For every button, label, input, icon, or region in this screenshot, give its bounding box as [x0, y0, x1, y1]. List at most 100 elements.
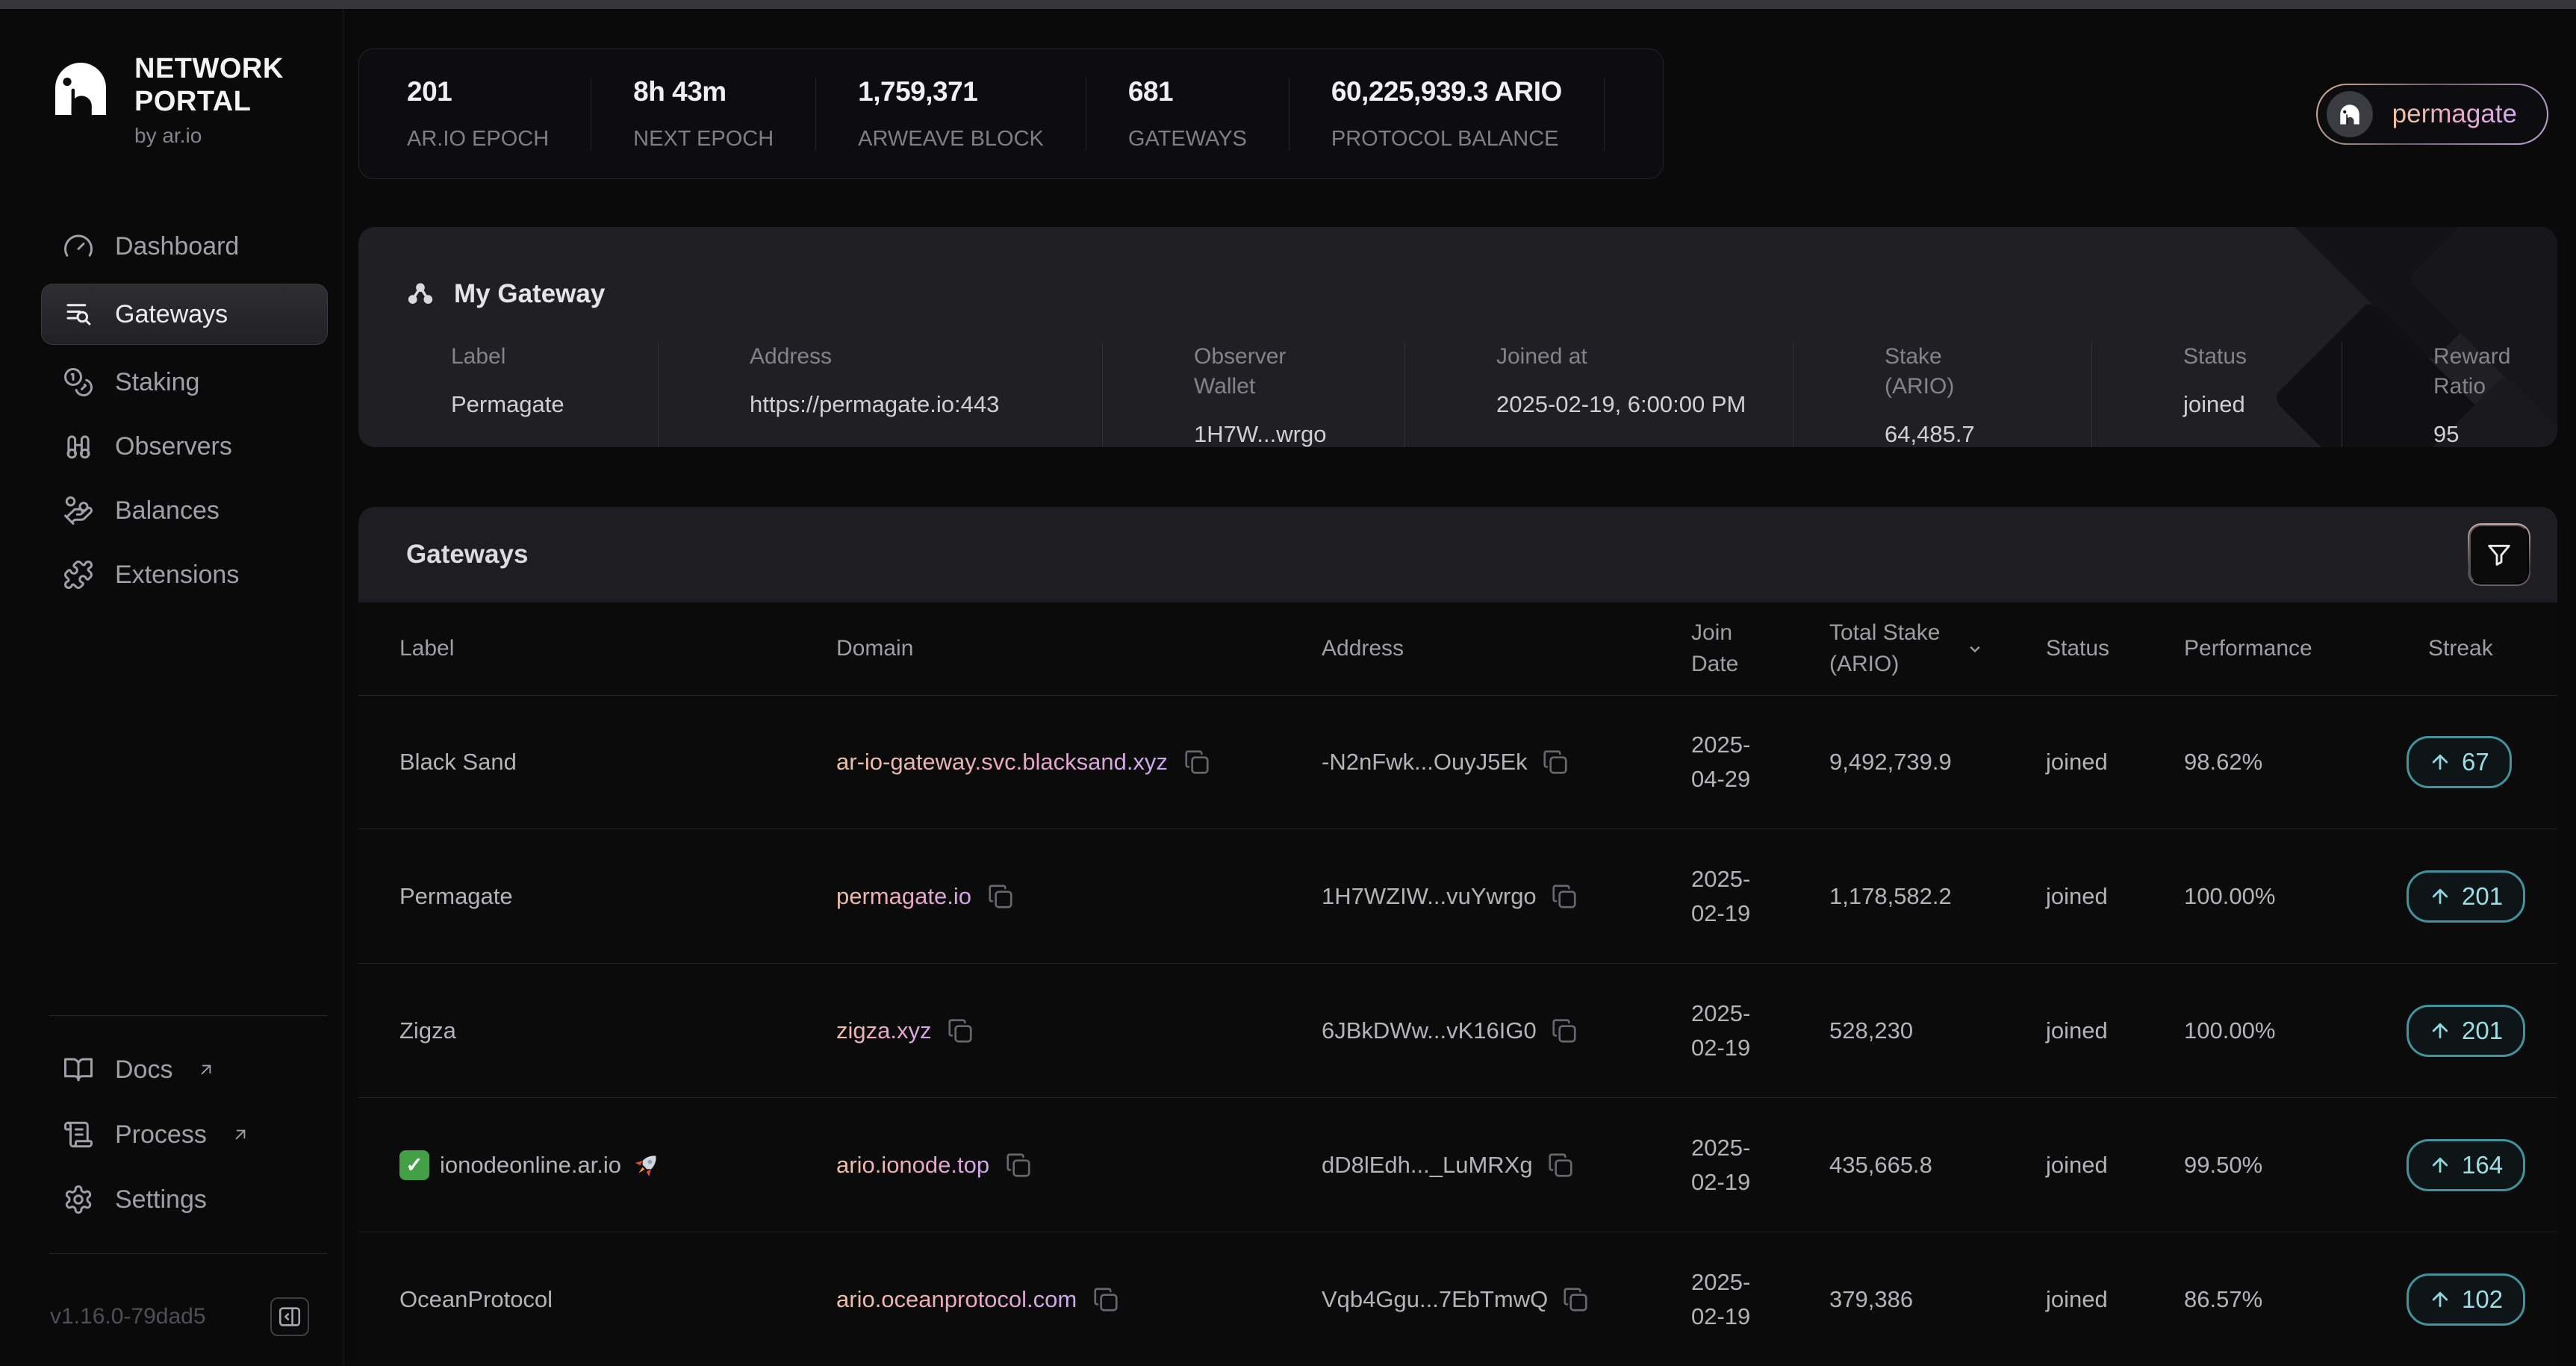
gateway-performance: 98.62%	[2184, 749, 2382, 776]
table-row[interactable]: Zigza zigza.xyz 6JBkDWw...vK16IG0 2025-0…	[358, 963, 2557, 1097]
sidebar-item-label: Extensions	[115, 561, 239, 590]
copy-address-button[interactable]	[1550, 882, 1578, 911]
network-nodes-icon	[406, 280, 435, 308]
copy-address-button[interactable]	[1561, 1285, 1590, 1314]
gateway-domain-link[interactable]: zigza.xyz	[836, 1014, 931, 1048]
main-content: 201 AR.IO EPOCH 8h 43m NEXT EPOCH 1,759,…	[343, 9, 2576, 1366]
profile-button[interactable]: permagate	[2318, 85, 2547, 143]
gateway-total-stake: 435,665.8	[1829, 1152, 2046, 1179]
streak-badge: 164	[2407, 1139, 2525, 1191]
external-link-icon	[231, 1125, 250, 1144]
stat-value: 8h 43m	[633, 76, 774, 107]
filter-button-border	[2468, 523, 2530, 586]
ario-elephant-logo-icon	[2336, 101, 2363, 128]
my-gateway-card: My Gateway Label Permagate Address https…	[358, 227, 2557, 447]
sidebar-collapse-button[interactable]	[270, 1297, 309, 1336]
copy-icon	[1561, 1285, 1590, 1314]
top-bar: 201 AR.IO EPOCH 8h 43m NEXT EPOCH 1,759,…	[358, 49, 2557, 179]
field-label: Reward Ratio	[2433, 342, 2557, 402]
copy-address-button[interactable]	[1546, 1151, 1575, 1179]
arrow-up-icon	[2429, 1154, 2451, 1176]
stat-ario-epoch: 201 AR.IO EPOCH	[407, 78, 591, 151]
sidebar-item-gateways[interactable]: Gateways	[41, 284, 328, 345]
table-row[interactable]: ✓ ionodeonline.ar.io ario.ionode.top dD8…	[358, 1097, 2557, 1232]
gateway-address: 6JBkDWw...vK16IG0	[1322, 1017, 1537, 1044]
gateway-label: OceanProtocol	[399, 1286, 553, 1313]
sidebar-item-docs[interactable]: Docs	[41, 1043, 328, 1097]
external-link-icon	[196, 1060, 216, 1079]
gateway-status: joined	[2046, 1286, 2184, 1313]
sidebar-item-label: Settings	[115, 1185, 207, 1214]
gateway-status: joined	[2046, 1017, 2184, 1044]
column-header-address[interactable]: Address	[1322, 636, 1691, 661]
gateway-field-status: Status joined	[2091, 342, 2342, 447]
arrow-up-icon	[2429, 885, 2451, 908]
stat-value: 201	[407, 76, 549, 107]
copy-domain-button[interactable]	[1092, 1285, 1120, 1314]
copy-domain-button[interactable]	[946, 1017, 974, 1045]
sidebar-item-balances[interactable]: Balances	[41, 484, 328, 537]
column-header-status[interactable]: Status	[2046, 636, 2184, 661]
gateway-join-date: 2025-02-19	[1691, 862, 1767, 931]
gateway-label: Black Sand	[399, 749, 517, 776]
check-emoji: ✓	[399, 1150, 429, 1180]
sidebar-item-dashboard[interactable]: Dashboard	[41, 219, 328, 273]
streak-badge: 102	[2407, 1273, 2525, 1326]
copy-domain-button[interactable]	[1183, 748, 1211, 776]
copy-icon	[986, 882, 1015, 911]
gateway-field-reward-ratio: Reward Ratio 95	[2342, 342, 2557, 447]
network-stats-bar: 201 AR.IO EPOCH 8h 43m NEXT EPOCH 1,759,…	[358, 49, 1664, 179]
sidebar: NETWORK PORTAL by ar.io Dashboard Gatewa…	[0, 9, 343, 1366]
column-header-label[interactable]: Label	[399, 636, 836, 661]
arrow-up-icon	[2429, 1288, 2451, 1311]
gateway-domain-link[interactable]: permagate.io	[836, 879, 971, 914]
streak-badge: 67	[2407, 736, 2512, 788]
field-value: 95	[2433, 421, 2557, 447]
sidebar-nav: Dashboard Gateways Staking Observers Bal…	[0, 219, 328, 602]
copy-address-button[interactable]	[1541, 748, 1569, 776]
gateway-field-observer-wallet: Observer Wallet 1H7W...wrgo	[1102, 342, 1404, 447]
gateway-domain-link[interactable]: ar-io-gateway.svc.blacksand.xyz	[836, 745, 1168, 779]
streak-value: 102	[2462, 1285, 2503, 1314]
column-header-join-date[interactable]: Join Date	[1691, 617, 1829, 680]
sidebar-item-settings[interactable]: Settings	[41, 1173, 328, 1226]
column-header-domain[interactable]: Domain	[836, 636, 1322, 661]
sidebar-item-label: Dashboard	[115, 232, 239, 261]
table-row[interactable]: Permagate permagate.io 1H7WZIW...vuYwrgo…	[358, 829, 2557, 963]
copy-domain-button[interactable]	[1004, 1151, 1033, 1179]
copy-address-button[interactable]	[1550, 1017, 1578, 1045]
scroll-icon	[63, 1119, 94, 1150]
gateway-domain-link[interactable]: ario.oceanprotocol.com	[836, 1282, 1077, 1317]
sidebar-item-extensions[interactable]: Extensions	[41, 548, 328, 602]
sidebar-item-label: Observers	[115, 432, 232, 461]
column-header-performance[interactable]: Performance	[2184, 636, 2382, 661]
field-label: Status	[2183, 342, 2314, 372]
profile-label: permagate	[2392, 99, 2517, 129]
streak-value: 164	[2462, 1151, 2503, 1179]
gauge-icon	[63, 231, 94, 262]
copy-icon	[1550, 882, 1578, 911]
sidebar-item-process[interactable]: Process	[41, 1108, 328, 1161]
stat-value: 681	[1128, 76, 1247, 107]
streak-value: 201	[2462, 1017, 2503, 1045]
gateway-domain-link[interactable]: ario.ionode.top	[836, 1148, 989, 1182]
copy-domain-button[interactable]	[986, 882, 1015, 911]
table-row[interactable]: Black Sand ar-io-gateway.svc.blacksand.x…	[358, 695, 2557, 829]
chevron-down-icon	[1964, 638, 1985, 659]
sidebar-item-label: Gateways	[115, 300, 228, 329]
streak-badge: 201	[2407, 870, 2525, 923]
card-title: My Gateway	[454, 279, 605, 309]
stat-label: ARWEAVE BLOCK	[858, 127, 1044, 152]
table-row[interactable]: OceanProtocol ario.oceanprotocol.com Vqb…	[358, 1232, 2557, 1366]
field-value: Permagate	[451, 391, 658, 418]
filter-button[interactable]	[2469, 525, 2529, 584]
column-header-total-stake[interactable]: Total Stake (ARIO)	[1829, 617, 2046, 680]
copy-icon	[946, 1017, 974, 1045]
gateway-performance: 99.50%	[2184, 1152, 2382, 1179]
ario-elephant-logo-icon	[45, 52, 116, 124]
sidebar-item-observers[interactable]: Observers	[41, 420, 328, 473]
gateway-label: Zigza	[399, 1017, 456, 1044]
column-header-streak[interactable]: Streak	[2382, 636, 2557, 661]
sidebar-item-staking[interactable]: Staking	[41, 355, 328, 409]
field-value: 2025-02-19, 6:00:00 PM	[1496, 391, 1793, 418]
